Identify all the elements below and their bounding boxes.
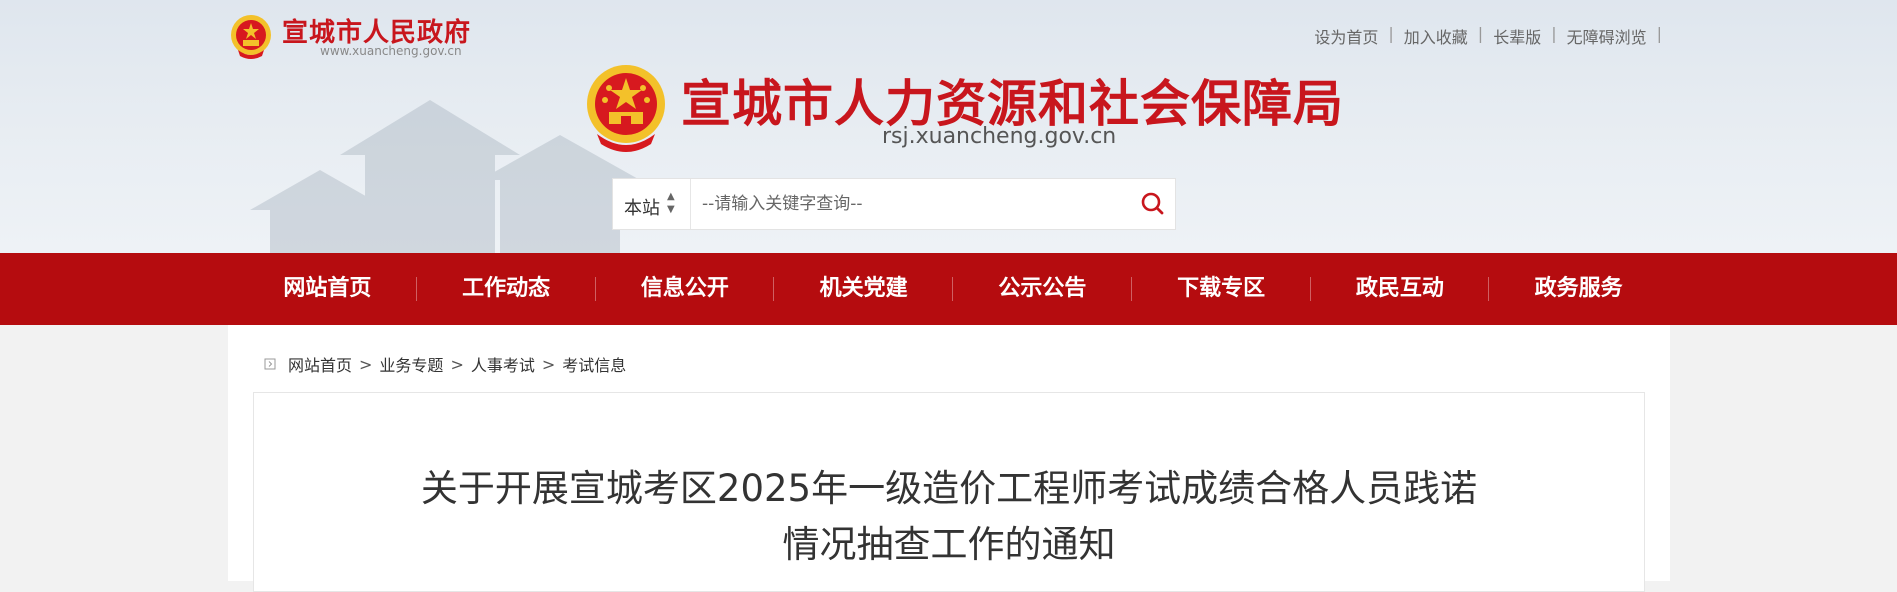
breadcrumb: 网站首页 > 业务专题 > 人事考试 > 考试信息 — [264, 352, 626, 376]
search-scope-label: 本站 — [624, 198, 660, 219]
gov-url: www.xuancheng.gov.cn — [320, 44, 462, 58]
article-panel: 关于开展宣城考区2025年一级造价工程师考试成绩合格人员践诺 情况抽查工作的通知 — [253, 392, 1645, 592]
nav-item-work-news[interactable]: 工作动态 — [417, 253, 596, 325]
nav-item-info-disclosure[interactable]: 信息公开 — [596, 253, 775, 325]
main-content: 网站首页 > 业务专题 > 人事考试 > 考试信息 关于开展宣城考区2025年一… — [228, 325, 1670, 592]
set-homepage-link[interactable]: 设为首页 — [1304, 24, 1388, 48]
breadcrumb-separator: > — [359, 354, 373, 374]
main-nav: 网站首页 工作动态 信息公开 机关党建 公示公告 下载专区 政民互动 政务服务 — [0, 253, 1897, 325]
nav-item-interaction[interactable]: 政民互动 — [1311, 253, 1490, 325]
site-brand[interactable]: 宣城市人力资源和社会保障局 rsj.xuancheng.gov.cn — [585, 62, 1345, 162]
search-input[interactable] — [692, 179, 1122, 229]
site-header: 宣城市人民政府 www.xuancheng.gov.cn 设为首页 | 加入收藏 |… — [0, 0, 1897, 253]
national-emblem-icon — [587, 65, 665, 152]
search-bar: 本站 ▲ ▼ — [612, 178, 1176, 230]
article-title: 关于开展宣城考区2025年一级造价工程师考试成绩合格人员践诺 情况抽查工作的通知 — [384, 461, 1514, 573]
add-favorite-link[interactable]: 加入收藏 — [1394, 24, 1478, 48]
article-title-line-1: 关于开展宣城考区2025年一级造价工程师考试成绩合格人员践诺 — [420, 467, 1478, 510]
breadcrumb-personnel-exams[interactable]: 人事考试 — [471, 352, 535, 376]
site-url: rsj.xuancheng.gov.cn — [882, 124, 1117, 149]
chevron-up-down-icon: ▲ ▼ — [667, 191, 675, 215]
national-emblem-icon — [231, 15, 271, 59]
search-button[interactable] — [1130, 179, 1176, 229]
breadcrumb-home[interactable]: 网站首页 — [288, 352, 352, 376]
nav-item-announcements[interactable]: 公示公告 — [953, 253, 1132, 325]
nav-item-home[interactable]: 网站首页 — [238, 253, 417, 325]
search-icon — [1141, 192, 1164, 215]
top-links: 设为首页 | 加入收藏 | 长辈版 | 无障碍浏览 | — [1304, 24, 1662, 48]
breadcrumb-separator: > — [541, 354, 556, 374]
article-title-line-2: 情况抽查工作的通知 — [782, 523, 1116, 566]
breadcrumb-business-topics[interactable]: 业务专题 — [379, 352, 443, 376]
search-scope-select[interactable]: 本站 ▲ ▼ — [613, 179, 691, 229]
separator: | — [1656, 24, 1662, 43]
breadcrumb-separator: > — [450, 354, 464, 374]
breadcrumb-icon — [264, 358, 276, 370]
elder-version-link[interactable]: 长辈版 — [1483, 24, 1551, 48]
nav-item-downloads[interactable]: 下载专区 — [1132, 253, 1311, 325]
nav-item-party-building[interactable]: 机关党建 — [774, 253, 953, 325]
nav-item-services[interactable]: 政务服务 — [1489, 253, 1668, 325]
accessibility-link[interactable]: 无障碍浏览 — [1557, 24, 1657, 48]
breadcrumb-exam-info[interactable]: 考试信息 — [562, 352, 626, 376]
